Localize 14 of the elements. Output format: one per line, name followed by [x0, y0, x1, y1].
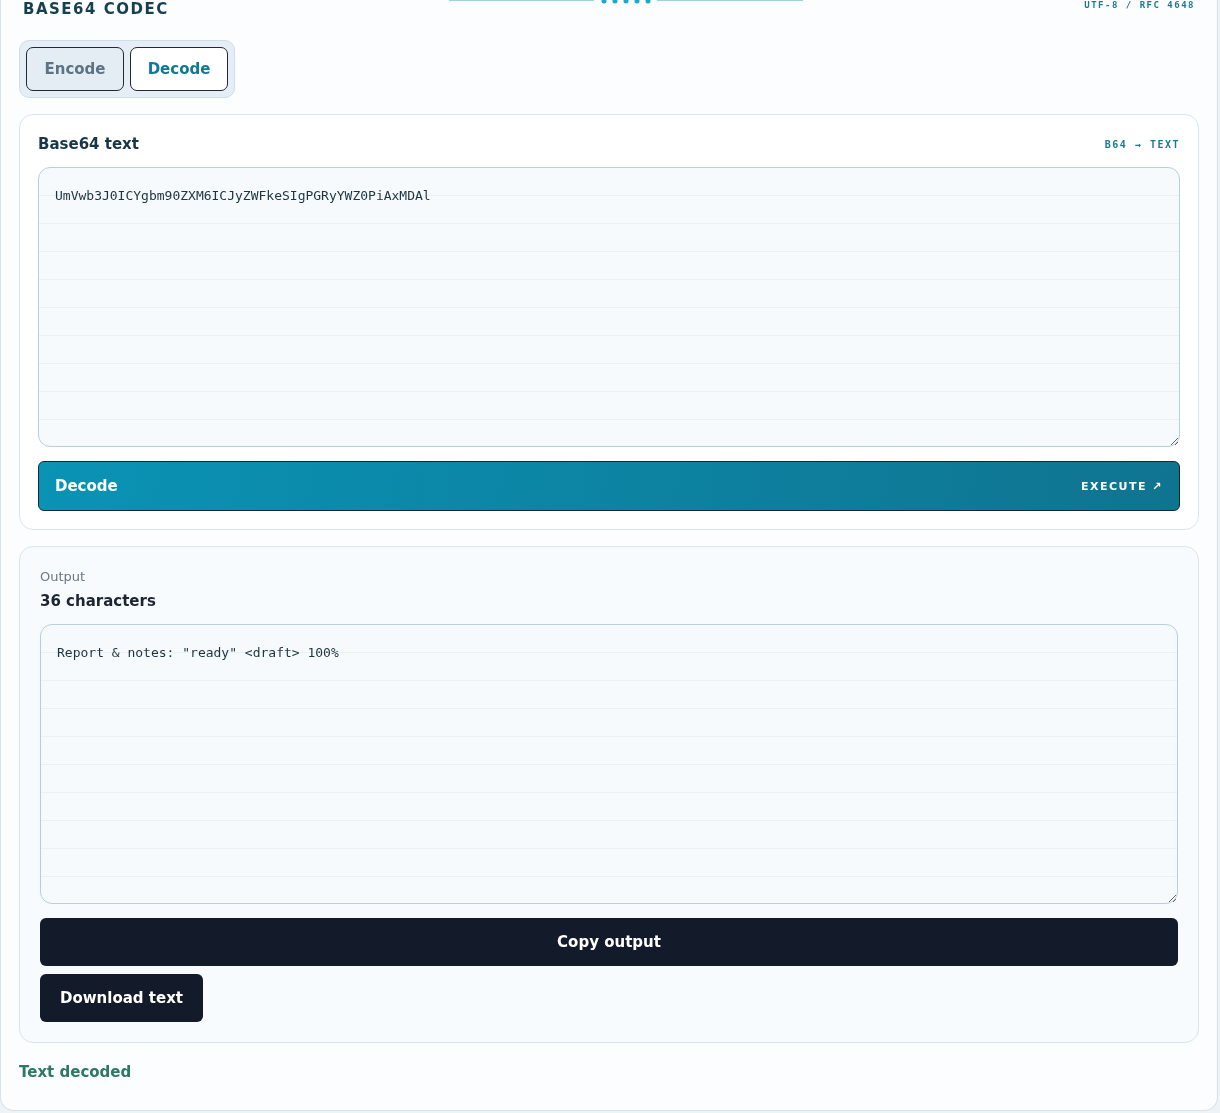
app-title: BASE64 CODEC	[23, 0, 169, 18]
output-label: Output	[40, 569, 87, 584]
decode-button[interactable]: Decode EXECUTE ↗	[38, 461, 1180, 511]
mode-tab[interactable]: Encode	[26, 47, 124, 91]
mode-tab[interactable]: Decode	[130, 47, 228, 91]
copy-button[interactable]: Copy output	[40, 918, 1178, 966]
output-field[interactable]: Report & notes: "ready" <draft> 100%	[40, 624, 1178, 904]
input-title: Base64 text	[38, 135, 139, 153]
character-count: 36 characters	[40, 592, 157, 610]
encoding-label: UTF-8 / RFC 4648	[1084, 0, 1195, 10]
base64-input-field[interactable]: UmVwb3J0ICYgbm90ZXM6ICJyZWFkeSIgPGRyYWZ0PiAxMDAl	[38, 167, 1180, 447]
status-message: Text decoded	[19, 1063, 133, 1081]
direction-label: B64 → TEXT	[1104, 138, 1180, 150]
download-button[interactable]: Download text	[40, 974, 203, 1022]
